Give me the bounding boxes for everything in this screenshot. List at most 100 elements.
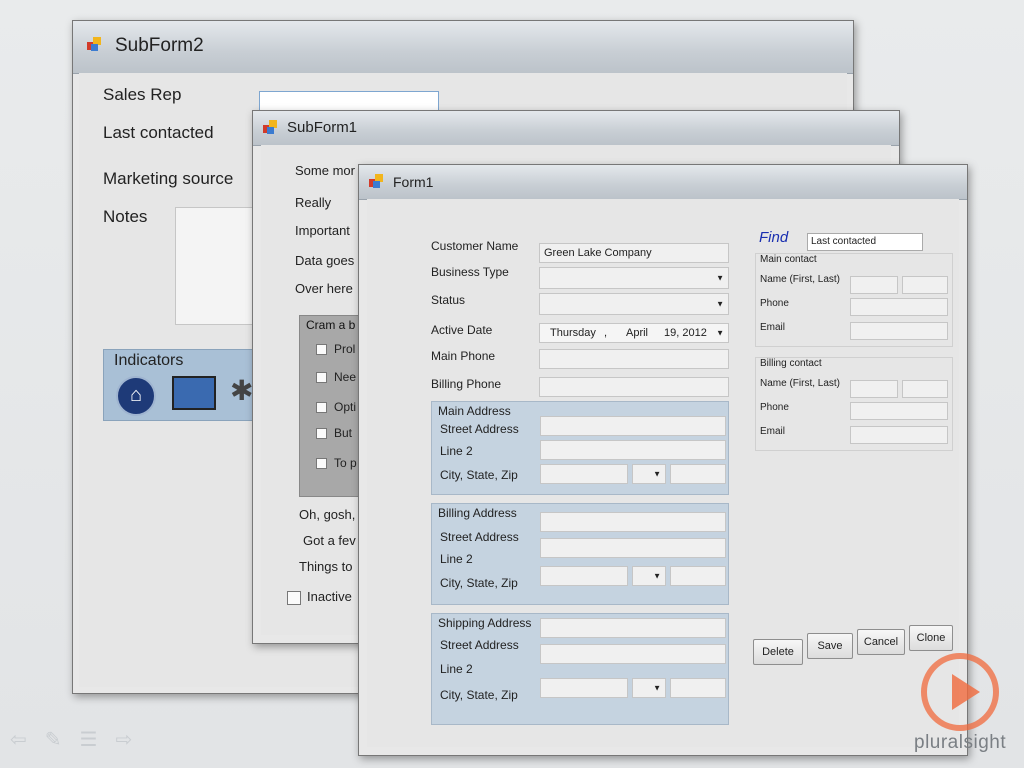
window-title: SubForm2	[115, 35, 204, 56]
first-name-input[interactable]	[850, 276, 898, 294]
line2-input[interactable]	[540, 440, 726, 460]
delete-button[interactable]: Delete	[753, 639, 803, 665]
pen-icon[interactable]: ✎	[45, 727, 62, 752]
checkbox-label: To p	[334, 456, 357, 470]
main-phone-label: Main Phone	[431, 349, 496, 363]
phone-label: Phone	[760, 298, 789, 309]
cancel-button[interactable]: Cancel	[857, 629, 905, 655]
back-arrow-icon[interactable]: ⇦	[10, 727, 27, 752]
brand-name: pluralsight	[914, 732, 1007, 753]
billing-phone-label: Billing Phone	[431, 377, 502, 391]
email-input[interactable]	[850, 426, 948, 444]
indicators-title: Indicators	[114, 352, 184, 369]
checkbox[interactable]	[316, 344, 327, 355]
status-label: Status	[431, 293, 466, 307]
main-address-group: Main Address Street Address Line 2 City,…	[431, 401, 729, 495]
app-icon	[87, 37, 103, 53]
active-date-label: Active Date	[431, 323, 493, 337]
menu-icon[interactable]: ☰	[80, 727, 98, 752]
state-select[interactable]: ▼	[632, 566, 666, 586]
find-input[interactable]: Last contacted	[807, 233, 923, 251]
chevron-down-icon: ▼	[653, 683, 661, 693]
active-date-picker[interactable]: Thursday , April 19, 2012 ▼	[539, 323, 729, 343]
find-value: Last contacted	[811, 236, 877, 247]
name-label: Name (First, Last)	[760, 274, 841, 285]
field-label: Important	[295, 223, 350, 238]
line2-label: Line 2	[440, 444, 473, 458]
customer-name-input[interactable]: Green Lake Company	[539, 243, 729, 263]
form1-window[interactable]: Form1 – □ ✕ Customer Name Business Type …	[358, 164, 968, 756]
main-phone-input[interactable]	[539, 349, 729, 369]
checkbox[interactable]	[316, 372, 327, 383]
city-input[interactable]	[540, 464, 628, 484]
forward-arrow-icon[interactable]: ⇨	[115, 727, 132, 752]
phone-input[interactable]	[850, 402, 948, 420]
checkbox[interactable]	[316, 428, 327, 439]
chevron-down-icon: ▼	[653, 469, 661, 479]
sales-rep-label: Sales Rep	[103, 85, 182, 104]
date-month: April	[626, 327, 649, 339]
clone-button[interactable]: Clone	[909, 625, 953, 651]
save-button[interactable]: Save	[807, 633, 853, 659]
pluralsight-logo: pluralsight	[906, 652, 1016, 762]
group-title: Shipping Address	[438, 616, 532, 630]
line2-input[interactable]	[540, 538, 726, 558]
home-icon[interactable]: ⌂	[116, 376, 156, 416]
zip-input[interactable]	[670, 566, 726, 586]
inactive-checkbox[interactable]	[287, 591, 301, 605]
chevron-down-icon: ▼	[716, 328, 724, 338]
subform1-titlebar[interactable]: SubForm1	[253, 111, 899, 146]
last-name-input[interactable]	[902, 380, 948, 398]
name-label: Name (First, Last)	[760, 378, 841, 389]
chevron-down-icon: ▼	[716, 299, 724, 309]
play-icon	[921, 653, 999, 731]
group-title: Main Address	[438, 404, 511, 418]
phone-input[interactable]	[850, 298, 948, 316]
app-icon	[369, 174, 385, 190]
checkbox[interactable]	[316, 458, 327, 469]
street-address-input[interactable]	[540, 618, 726, 638]
date-day: Thursday	[550, 327, 596, 339]
form1-client: Customer Name Business Type Status Activ…	[367, 199, 959, 747]
customer-name-value: Green Lake Company	[544, 247, 652, 259]
state-select[interactable]: ▼	[632, 678, 666, 698]
field-label: Data goes	[295, 253, 355, 268]
zip-input[interactable]	[670, 464, 726, 484]
street-address-input[interactable]	[540, 416, 726, 436]
group-title: Billing contact	[760, 358, 822, 369]
first-name-input[interactable]	[850, 380, 898, 398]
marketing-source-label: Marketing source	[103, 169, 234, 188]
chevron-down-icon: ▼	[653, 571, 661, 581]
line2-input[interactable]	[540, 644, 726, 664]
billing-phone-input[interactable]	[539, 377, 729, 397]
checkbox-label: But	[334, 426, 353, 440]
checkbox[interactable]	[316, 402, 327, 413]
business-type-label: Business Type	[431, 265, 509, 279]
email-label: Email	[760, 322, 786, 333]
last-contacted-label: Last contacted	[103, 123, 214, 142]
state-select[interactable]: ▼	[632, 464, 666, 484]
zip-input[interactable]	[670, 678, 726, 698]
subform2-titlebar[interactable]: SubForm2	[73, 21, 853, 74]
slide-nav: ⇦ ✎ ☰ ⇨	[10, 727, 132, 752]
form1-titlebar[interactable]: Form1	[359, 165, 967, 200]
email-input[interactable]	[850, 322, 948, 340]
main-contact-group: Main contact Name (First, Last) Phone Em…	[755, 253, 953, 347]
network-icon[interactable]: ✱	[230, 374, 253, 407]
last-name-input[interactable]	[902, 276, 948, 294]
film-icon[interactable]	[172, 376, 216, 410]
city-input[interactable]	[540, 566, 628, 586]
checkbox-label: Opti	[334, 400, 357, 414]
checkbox-label: Prol	[334, 342, 356, 356]
billing-contact-group: Billing contact Name (First, Last) Phone…	[755, 357, 953, 451]
street-address-input[interactable]	[540, 512, 726, 532]
line2-label: Line 2	[440, 552, 473, 566]
field-label: Really	[295, 195, 332, 210]
group-title: Cram a b	[306, 318, 356, 332]
city-input[interactable]	[540, 678, 628, 698]
chevron-down-icon: ▼	[716, 273, 724, 283]
status-select[interactable]: ▼	[539, 293, 729, 315]
inactive-label: Inactive	[307, 589, 352, 604]
cram-group: Cram a b Prol Nee Opti But To p	[299, 315, 365, 497]
business-type-select[interactable]: ▼	[539, 267, 729, 289]
